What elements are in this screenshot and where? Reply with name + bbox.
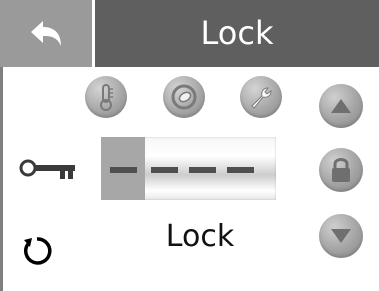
digit-1[interactable] (110, 167, 137, 173)
triangle-down-icon (331, 229, 351, 243)
reset-icon[interactable] (18, 232, 56, 270)
digit-4[interactable] (227, 167, 254, 173)
padlock-icon (332, 158, 350, 182)
digit-2[interactable] (151, 167, 178, 173)
key-icon (19, 159, 75, 179)
thermometer-icon[interactable] (85, 76, 127, 118)
lock-button[interactable] (319, 148, 363, 192)
wrench-glyph (251, 87, 272, 109)
wrench-icon[interactable] (240, 76, 282, 118)
back-button[interactable] (0, 0, 95, 67)
digit-3[interactable] (189, 167, 216, 173)
dial-glyph (171, 84, 197, 110)
header-bar: Lock (0, 0, 379, 67)
dial-icon[interactable] (163, 76, 205, 118)
page-title: Lock (200, 14, 274, 52)
code-display[interactable] (101, 137, 276, 200)
back-arrow-icon (31, 20, 61, 46)
triangle-up-icon (331, 99, 351, 113)
thermometer-glyph (100, 84, 113, 111)
up-button[interactable] (319, 84, 363, 128)
status-label: Lock (165, 219, 235, 254)
down-button[interactable] (319, 214, 363, 258)
